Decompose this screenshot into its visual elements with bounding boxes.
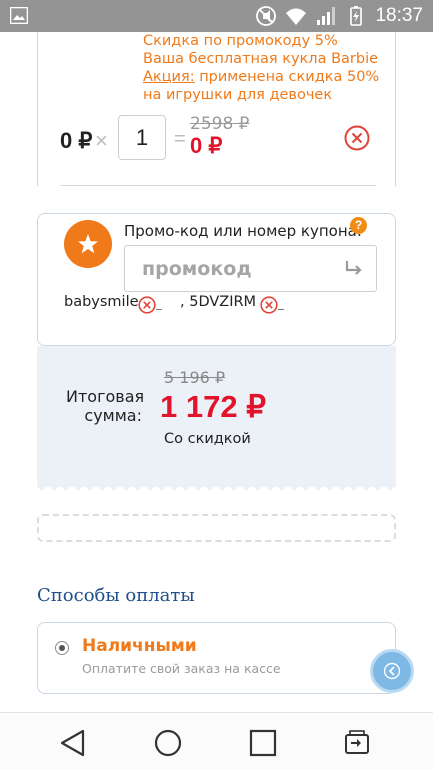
checkout-page[interactable]: Скидка по промокоду 5% Ваша бесплатная к… xyxy=(0,32,433,712)
switch-sim-icon[interactable] xyxy=(340,726,374,760)
submit-arrow-icon[interactable] xyxy=(343,258,365,278)
cart-divider xyxy=(60,185,376,186)
status-bar: 18:37 xyxy=(0,0,433,32)
promo-note-action-label[interactable]: Акция: xyxy=(143,69,195,85)
cart-item-promo-notes: Скидка по промокоду 5% Ваша бесплатная к… xyxy=(143,32,383,104)
total-label: Итоговая сумма: xyxy=(66,387,145,425)
code-divider xyxy=(156,309,162,310)
promo-code-input[interactable] xyxy=(142,246,332,291)
mute-icon xyxy=(256,6,277,26)
promo-note-gift: Ваша бесплатная кукла Barbie xyxy=(143,51,379,67)
item-old-price: 2598 ₽ xyxy=(190,114,250,134)
promo-note-action-text-2: на игрушки для девочек xyxy=(143,87,333,103)
navigation-bar xyxy=(0,712,433,770)
dashed-placeholder xyxy=(37,514,396,542)
promo-label: Промо-код или номер купона: xyxy=(124,222,362,240)
wifi-icon xyxy=(286,8,307,25)
payment-section-title: Способы оплаты xyxy=(37,585,195,606)
unit-price: 0 ₽ xyxy=(60,128,93,153)
image-icon xyxy=(10,7,28,24)
promo-note-discount: Скидка по промокоду 5% xyxy=(143,33,338,49)
equals-sign: = xyxy=(174,128,186,150)
promo-code-field[interactable] xyxy=(124,245,377,292)
applied-code-tag: , 5DVZIRM xyxy=(180,294,257,310)
remove-code-icon[interactable] xyxy=(260,296,278,314)
quantity-input[interactable]: 1 xyxy=(118,115,166,160)
signal-icon xyxy=(317,7,336,25)
payment-option-cash[interactable] xyxy=(37,622,396,694)
payment-radio[interactable] xyxy=(55,641,69,655)
total-new-amount: 1 172 ₽ xyxy=(160,389,266,424)
promo-note-action-text: применена скидка 50% xyxy=(194,69,380,85)
times-sign: × xyxy=(95,128,108,153)
remove-code-icon[interactable] xyxy=(138,296,156,314)
home-icon[interactable] xyxy=(151,726,185,760)
item-new-price: 0 ₽ xyxy=(190,133,223,158)
total-discount-note: Со скидкой xyxy=(164,431,251,447)
total-old-amount: 5 196 ₽ xyxy=(164,368,226,387)
battery-charging-icon xyxy=(350,6,363,26)
code-divider xyxy=(278,309,284,310)
back-icon[interactable] xyxy=(56,726,90,760)
applied-code-tag: babysmile xyxy=(64,294,139,310)
help-icon[interactable]: ? xyxy=(350,217,367,234)
star-icon xyxy=(64,220,112,268)
scroll-back-button[interactable] xyxy=(370,649,414,693)
payment-option-subtitle: Оплатите свой заказ на кассе xyxy=(82,661,281,676)
remove-item-icon[interactable] xyxy=(344,125,370,151)
recents-icon[interactable] xyxy=(246,726,280,760)
payment-option-title: Наличными xyxy=(82,636,197,656)
promo-note-action: Акция: применена скидка 50% xyxy=(143,68,383,86)
chevron-left-icon xyxy=(384,662,400,680)
status-time: 18:37 xyxy=(375,5,423,26)
total-panel-edge xyxy=(37,479,396,491)
